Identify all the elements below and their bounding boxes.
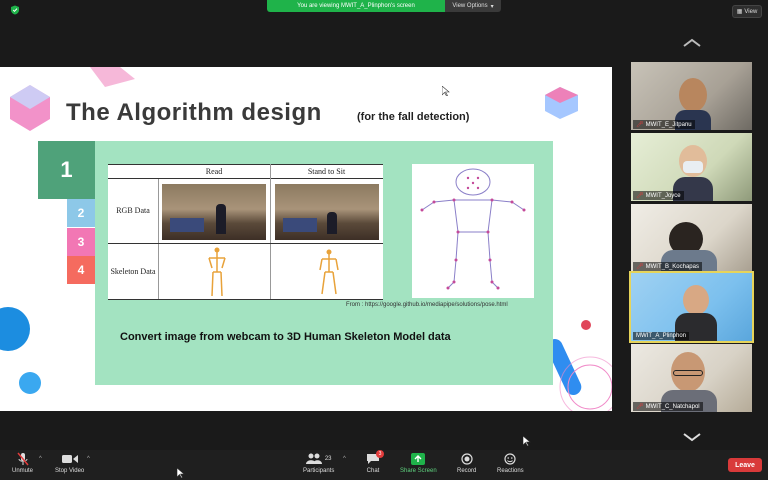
reactions-button[interactable]: Reactions [497,452,524,474]
participant-name-tag: 🎤︎ MWIT_C_Natchapol [633,402,703,411]
slide-subtitle: (for the fall detection) [357,111,470,123]
slide-caption: Convert image from webcam to 3D Human Sk… [120,331,451,343]
security-shield-icon[interactable] [10,5,20,15]
stop-video-button[interactable]: Stop Video [55,452,84,474]
viewing-text: You are viewing MWIT_A_Plinphon's screen [297,3,415,9]
participant-name-tag: 🎤︎ MWIT_B_Kochapas [633,262,702,271]
share-screen-button[interactable]: Share Screen [400,452,437,474]
chevron-up-icon[interactable] [682,38,702,48]
participants-label: Participants [303,468,335,474]
participant-name-tag: 🎤︎ MWIT_Joyce [633,191,684,200]
chevron-down-icon: ▾ [490,3,494,10]
stop-video-label: Stop Video [55,468,85,474]
pose-landmark-skeleton [420,168,526,290]
record-label: Record [457,468,477,474]
leave-meeting-button[interactable]: Leave [728,458,762,472]
screen-share-banner: You are viewing MWIT_A_Plinphon's screen [267,0,445,12]
participant-video [679,78,707,112]
participants-count: 23 [324,456,332,462]
smiley-plus-icon [504,452,516,466]
participant-name: MWIT_E_Jitpanu [645,121,692,128]
chat-button[interactable]: 3 Chat [366,450,384,474]
face-mask [683,161,703,173]
participant-name: MWIT_B_Kochapas [645,263,699,270]
glasses [673,370,703,376]
participants-button[interactable]: 23 Participants [303,452,334,474]
skeleton-stand-to-sit-image [319,249,339,295]
rgb-image-stand-to-sit [275,184,379,240]
rgb-image-read [162,184,266,240]
participant-name: MWIT_C_Natchapol [645,403,700,410]
table-divider [108,299,383,300]
share-screen-icon [411,452,426,466]
table-divider [270,164,271,300]
participant-name: MWIT_A_Plinphon [636,333,687,339]
table-header-read: Read [158,164,270,179]
mouse-cursor-icon [523,436,531,446]
unmute-button[interactable]: Unmute [12,452,33,474]
slide-title: The Algorithm design [66,99,322,126]
reactions-label: Reactions [497,468,524,474]
participant-tile-active-speaker[interactable]: MWIT_A_Plinphon [629,271,754,343]
table-divider [108,243,383,244]
table-divider [158,179,159,300]
participants-icon: 23 [305,452,332,466]
video-camera-icon [61,452,78,466]
audio-options-caret-icon[interactable]: ^ [39,456,42,462]
bed-shape [283,218,317,232]
record-icon [461,452,473,466]
dataset-table: Read Stand to Sit RGB Data Skeleton Data [108,164,383,300]
table-header-corner [108,164,158,179]
mic-muted-icon: 🎤︎ [636,122,644,128]
participant-tile[interactable]: 🎤︎ MWIT_E_Jitpanu [631,62,752,130]
participant-tile[interactable]: 🎤︎ MWIT_B_Kochapas [631,204,752,272]
participants-options-caret-icon[interactable]: ^ [343,456,346,462]
shared-slide: The Algorithm design (for the fall detec… [0,67,612,411]
row-label-rgb: RGB Data [116,206,150,215]
chat-icon: 3 [366,450,384,466]
unmute-label: Unmute [12,468,34,474]
step-number-2: 2 [67,199,95,227]
participant-tile[interactable]: 🎤︎ MWIT_Joyce [631,133,752,201]
step-number-3: 3 [67,228,95,256]
record-button[interactable]: Record [457,452,476,474]
mic-muted-icon: 🎤︎ [636,404,644,410]
view-label: View [744,8,758,15]
chat-unread-badge: 3 [376,450,384,458]
chevron-down-icon[interactable] [682,432,702,442]
view-options-button[interactable]: View Options ▾ [445,0,501,12]
grid-view-icon: ▦ [736,9,743,15]
pose-landmarks-figure [412,164,534,298]
person-shape [327,212,337,234]
person-shape [216,204,226,234]
chat-label: Chat [366,468,380,474]
participant-video [683,285,709,315]
step-number-1: 1 [38,141,95,199]
bed-shape [170,218,204,232]
participant-name-tag: 🎤︎ MWIT_E_Jitpanu [633,120,695,129]
video-options-caret-icon[interactable]: ^ [87,456,90,462]
row-label-skeleton: Skeleton Data [110,267,156,276]
mouse-cursor-icon [442,86,450,96]
share-screen-label: Share Screen [400,468,437,474]
table-header-stand-to-sit: Stand to Sit [270,164,383,179]
view-options-label: View Options [452,3,488,9]
zoom-window: You are viewing MWIT_A_Plinphon's screen… [0,0,768,480]
step-number-4: 4 [67,256,95,284]
participant-name: MWIT_Joyce [645,192,681,199]
participant-name-tag: MWIT_A_Plinphon [633,332,690,340]
mic-muted-icon: 🎤︎ [636,193,644,199]
mic-muted-icon [16,452,29,466]
mic-muted-icon: 🎤︎ [636,264,644,270]
source-citation: From : https://google.github.io/mediapip… [346,302,508,308]
participant-tile[interactable]: 🎤︎ MWIT_C_Natchapol [631,344,752,412]
view-button[interactable]: ▦ View [732,5,762,18]
skeleton-read-image [208,247,226,297]
mouse-cursor-icon [177,468,185,478]
meeting-toolbar: Unmute ^ Stop Video ^ 23 Participants ^ … [0,450,768,480]
